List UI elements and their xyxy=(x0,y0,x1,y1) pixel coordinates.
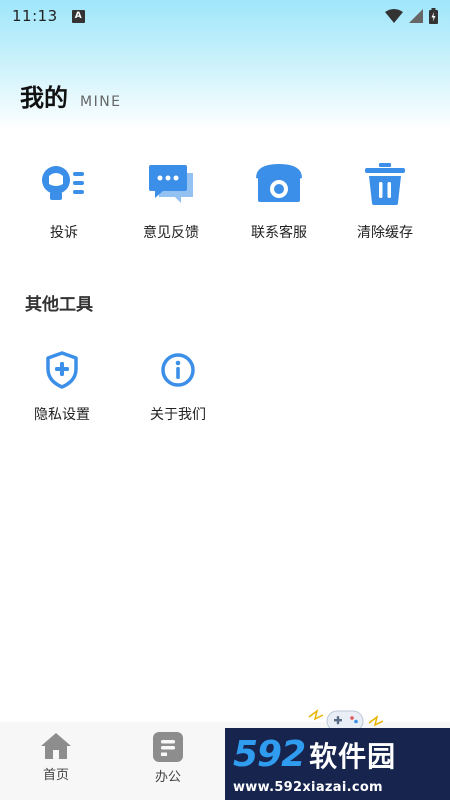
feedback-button[interactable]: 意见反馈 xyxy=(121,160,221,242)
watermark-banner: 592 软件园 www.592xiazai.com xyxy=(225,728,450,800)
complaint-button[interactable]: 投诉 xyxy=(14,160,114,242)
status-bar: 11:13 A xyxy=(0,0,450,32)
status-icons xyxy=(385,8,438,24)
tab-home[interactable]: 首页 xyxy=(16,732,96,783)
phone-icon xyxy=(255,160,303,208)
watermark-title: 592 软件园 xyxy=(233,734,396,775)
about-us-label: 关于我们 xyxy=(150,407,206,423)
about-us-button[interactable]: 关于我们 xyxy=(128,350,228,424)
page-header: 我的 MINE xyxy=(20,78,122,113)
shield-plus-icon xyxy=(42,350,82,390)
page-subtitle: MINE xyxy=(80,94,122,110)
feedback-label: 意见反馈 xyxy=(143,225,199,241)
office-doc-icon xyxy=(153,732,183,762)
battery-icon xyxy=(429,8,438,24)
info-icon xyxy=(158,350,198,390)
tab-office[interactable]: 办公 xyxy=(128,732,208,785)
tab-home-label: 首页 xyxy=(42,768,69,783)
watermark-brand: 软件园 xyxy=(309,740,397,773)
home-icon xyxy=(41,733,71,759)
clear-cache-button[interactable]: 清除缓存 xyxy=(335,160,435,242)
contact-service-label: 联系客服 xyxy=(251,225,307,241)
a-letter-icon: A xyxy=(71,9,85,23)
trash-icon xyxy=(361,160,409,208)
feedback-chat-icon xyxy=(147,160,195,208)
complaint-icon xyxy=(40,160,88,208)
privacy-settings-label: 隐私设置 xyxy=(34,407,90,423)
watermark-number: 592 xyxy=(233,734,306,775)
tab-office-label: 办公 xyxy=(154,770,181,785)
privacy-settings-button[interactable]: 隐私设置 xyxy=(12,350,112,424)
wifi-icon xyxy=(385,9,403,23)
status-time: 11:13 xyxy=(12,7,58,25)
page-title: 我的 xyxy=(20,84,68,112)
signal-icon xyxy=(409,9,423,23)
watermark-url: www.592xiazai.com xyxy=(233,780,383,795)
complaint-label: 投诉 xyxy=(50,225,78,241)
contact-service-button[interactable]: 联系客服 xyxy=(229,160,329,242)
clear-cache-label: 清除缓存 xyxy=(357,225,413,241)
other-tools-title: 其他工具 xyxy=(25,295,93,315)
